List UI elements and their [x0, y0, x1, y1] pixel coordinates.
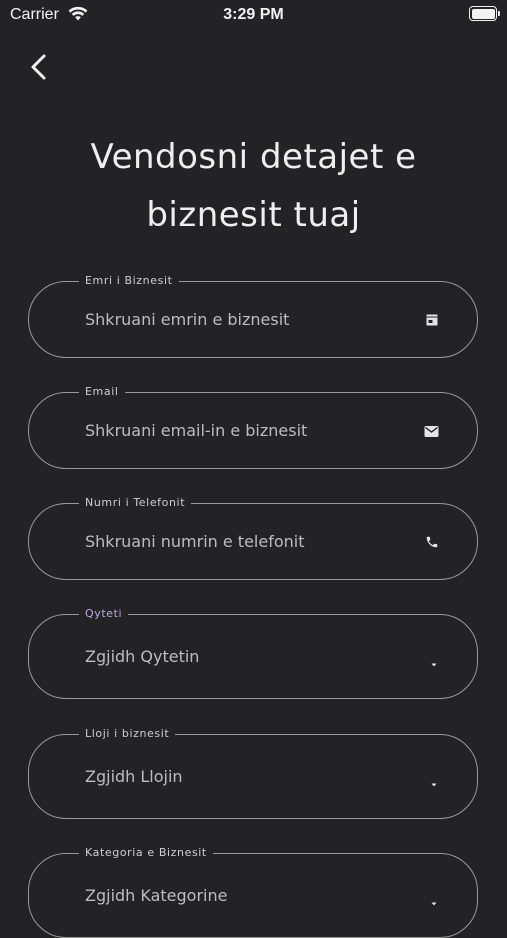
dropdown-arrow-icon: [429, 653, 439, 672]
business-name-label: Emri i Biznesit: [79, 274, 179, 287]
store-icon: [425, 312, 439, 331]
business-category-select[interactable]: Kategoria e Biznesit Zgjidh Kategorine: [28, 846, 478, 938]
dropdown-arrow-icon: [429, 892, 439, 911]
chevron-left-icon: [31, 54, 46, 80]
mail-icon: [424, 423, 439, 442]
email-label: Email: [79, 385, 125, 398]
battery-icon: [469, 6, 500, 21]
page-title: Vendosni detajet e biznesit tuaj: [90, 137, 417, 235]
back-button[interactable]: [22, 50, 56, 84]
business-name-input[interactable]: Shkruani emrin e biznesit: [85, 310, 289, 329]
phone-icon: [425, 534, 439, 553]
dropdown-arrow-icon: [429, 773, 439, 792]
phone-label: Numri i Telefonit: [79, 496, 192, 509]
business-category-select-value[interactable]: Zgjidh Kategorine: [85, 886, 227, 905]
city-select-value[interactable]: Zgjidh Qytetin: [85, 647, 199, 666]
city-select[interactable]: Qyteti Zgjidh Qytetin: [28, 607, 478, 699]
business-type-select[interactable]: Lloji i biznesit Zgjidh Llojin: [28, 727, 478, 819]
business-category-label: Kategoria e Biznesit: [79, 846, 213, 859]
business-type-label: Lloji i biznesit: [79, 727, 176, 740]
phone-field[interactable]: Numri i Telefonit Shkruani numrin e tele…: [28, 496, 478, 580]
clock: 3:29 PM: [223, 6, 284, 23]
business-name-field[interactable]: Emri i Biznesit Shkruani emrin e biznesi…: [28, 274, 478, 358]
city-label: Qyteti: [79, 607, 129, 620]
business-type-select-value[interactable]: Zgjidh Llojin: [85, 767, 183, 786]
email-input[interactable]: Shkruani email-in e biznesit: [85, 421, 307, 440]
status-bar: Carrier 3:29 PM: [0, 0, 507, 32]
email-field[interactable]: Email Shkruani email-in e biznesit: [28, 385, 478, 469]
phone-input[interactable]: Shkruani numrin e telefonit: [85, 532, 305, 551]
